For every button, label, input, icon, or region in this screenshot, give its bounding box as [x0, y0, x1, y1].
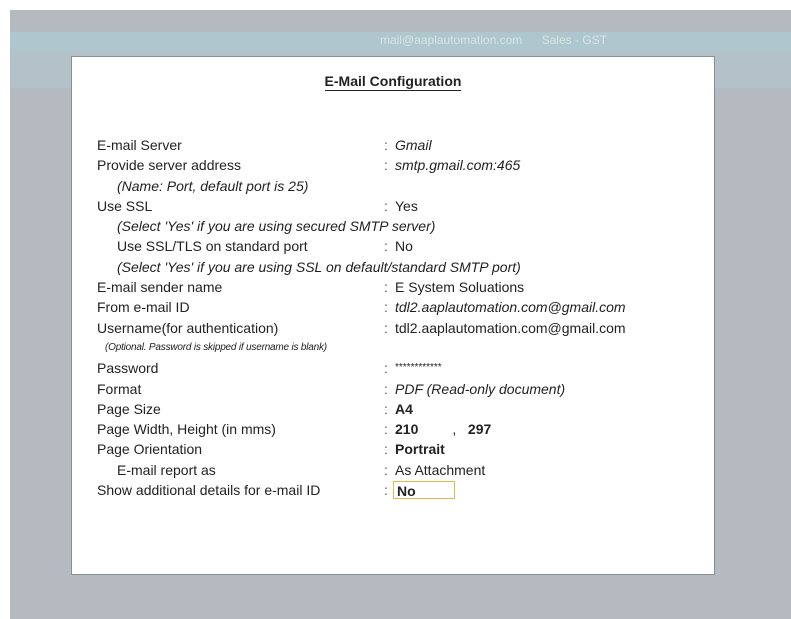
email-server-row[interactable]: E-mail Server : Gmail	[97, 135, 704, 155]
password-row[interactable]: Password : ************	[97, 358, 704, 378]
page-dims-row[interactable]: Page Width, Height (in mms) : 210, 297	[97, 419, 704, 439]
email-server-label: E-mail Server	[97, 137, 182, 153]
use-ssl-note: (Select 'Yes' if you are using secured S…	[117, 218, 436, 235]
use-ssl-value[interactable]: Yes	[395, 196, 418, 216]
dialog-title-text: E-Mail Configuration	[324, 73, 462, 91]
server-address-note: (Name: Port, default port is 25)	[117, 177, 309, 194]
username-value[interactable]: tdl2.aaplautomation.com@gmail.com	[395, 318, 626, 338]
page-width-value[interactable]: 210	[395, 421, 418, 437]
page-height-value[interactable]: 297	[468, 421, 491, 437]
use-ssl-row[interactable]: Use SSL : Yes	[97, 196, 704, 216]
server-address-row[interactable]: Provide server address : smtp.gmail.com:…	[97, 155, 704, 175]
ssl-tls-note: (Select 'Yes' if you are using SSL on de…	[117, 258, 521, 275]
server-address-note-row: (Name: Port, default port is 25)	[97, 176, 704, 196]
header-email: mail@aaplautomation.com	[380, 33, 523, 47]
server-address-label: Provide server address	[97, 157, 241, 174]
page-dims-label: Page Width, Height (in mms)	[97, 421, 276, 438]
orientation-row[interactable]: Page Orientation : Portrait	[97, 439, 704, 459]
header-info: mail@aaplautomation.com Sales - GST	[380, 33, 607, 47]
page-dims-separator: ,	[452, 421, 457, 438]
from-email-row[interactable]: From e-mail ID : tdl2.aaplautomation.com…	[97, 297, 704, 317]
email-server-value[interactable]: Gmail	[395, 135, 432, 155]
page-size-row[interactable]: Page Size : A4	[97, 399, 704, 419]
username-note: (Optional. Password is skipped if userna…	[105, 341, 327, 353]
sender-name-value[interactable]: E System Soluations	[395, 277, 524, 297]
from-email-label: From e-mail ID	[97, 299, 190, 316]
additional-details-row[interactable]: Show additional details for e-mail ID : …	[97, 480, 704, 500]
report-as-row[interactable]: E-mail report as : As Attachment	[97, 460, 704, 480]
additional-details-label: Show additional details for e-mail ID	[97, 482, 321, 499]
ssl-tls-label: Use SSL/TLS on standard port	[117, 238, 308, 255]
format-row[interactable]: Format : PDF (Read-only document)	[97, 379, 704, 399]
email-configuration-dialog: E-Mail Configuration E-mail Server : Gma…	[71, 56, 715, 575]
password-value[interactable]: ************	[395, 358, 442, 378]
password-label: Password	[97, 360, 159, 377]
ssl-tls-note-row: (Select 'Yes' if you are using SSL on de…	[97, 257, 704, 277]
ssl-tls-row[interactable]: Use SSL/TLS on standard port : No	[97, 236, 704, 256]
format-value[interactable]: PDF (Read-only document)	[395, 379, 565, 399]
report-as-value[interactable]: As Attachment	[395, 460, 485, 480]
use-ssl-note-row: (Select 'Yes' if you are using secured S…	[97, 216, 704, 236]
username-label: Username(for authentication)	[97, 319, 279, 336]
orientation-value[interactable]: Portrait	[395, 439, 445, 459]
ssl-tls-value[interactable]: No	[395, 236, 413, 256]
server-address-value[interactable]: smtp.gmail.com:465	[395, 155, 520, 175]
page-size-label: Page Size	[97, 400, 161, 417]
use-ssl-label: Use SSL	[97, 197, 153, 214]
config-fields: E-mail Server : Gmail Provide server add…	[97, 135, 704, 500]
page-dims-value: 210, 297	[395, 419, 491, 439]
from-email-value[interactable]: tdl2.aaplautomation.com@gmail.com	[395, 297, 626, 317]
header-module: Sales - GST	[541, 33, 607, 47]
orientation-label: Page Orientation	[97, 441, 203, 458]
dialog-title: E-Mail Configuration	[72, 73, 714, 91]
username-note-row: (Optional. Password is skipped if userna…	[97, 338, 704, 358]
format-label: Format	[97, 380, 142, 397]
report-as-label: E-mail report as	[117, 461, 216, 478]
page-size-value[interactable]: A4	[395, 399, 413, 419]
additional-details-field[interactable]: No	[393, 481, 455, 500]
sender-name-label: E-mail sender name	[97, 279, 223, 296]
username-row[interactable]: Username(for authentication) : tdl2.aapl…	[97, 318, 704, 338]
sender-name-row[interactable]: E-mail sender name : E System Soluations	[97, 277, 704, 297]
